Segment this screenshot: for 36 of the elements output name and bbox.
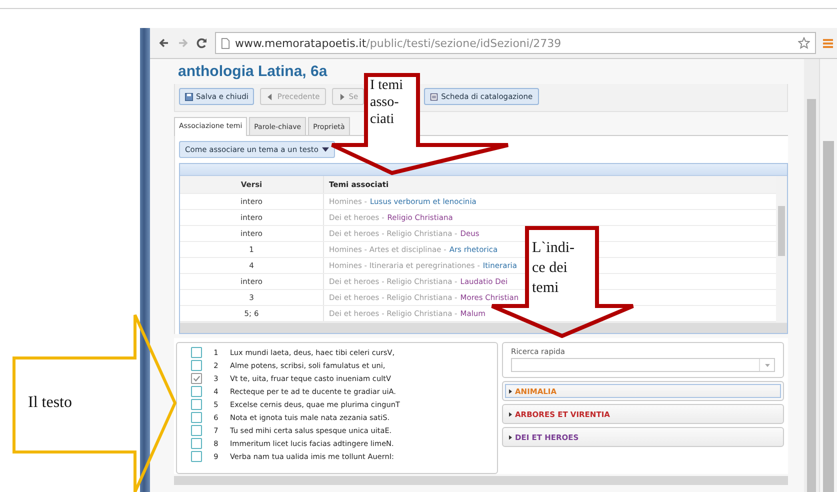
callout-text: Il testo bbox=[28, 393, 73, 413]
back-icon[interactable] bbox=[158, 37, 170, 49]
floppy-icon bbox=[185, 92, 193, 100]
scrollbar[interactable] bbox=[804, 59, 819, 492]
checkbox[interactable] bbox=[191, 451, 202, 462]
checkbox[interactable] bbox=[191, 360, 202, 371]
callout-text: L`indi-ce dei temi bbox=[532, 239, 576, 298]
caret-icon bbox=[322, 147, 330, 152]
scrollbar[interactable] bbox=[776, 176, 787, 322]
checkbox[interactable] bbox=[191, 386, 202, 397]
checkbox[interactable] bbox=[191, 399, 202, 410]
checkbox[interactable] bbox=[191, 438, 202, 449]
scrollbar[interactable] bbox=[180, 322, 787, 333]
caret-icon bbox=[509, 412, 512, 416]
scrollbar[interactable] bbox=[819, 59, 837, 492]
sheet-icon bbox=[430, 92, 438, 100]
caret-icon[interactable] bbox=[764, 364, 770, 366]
address-bar[interactable]: www.memoratapoetis.it/public/testi/sezione/idSezioni/2739 bbox=[215, 32, 816, 54]
checkbox[interactable] bbox=[191, 373, 202, 384]
triangle-left-icon bbox=[266, 92, 274, 100]
caret-icon bbox=[509, 388, 512, 394]
star-icon[interactable] bbox=[798, 37, 810, 49]
checkbox[interactable] bbox=[191, 347, 202, 358]
callout-text: I temi asso-ciati bbox=[370, 77, 404, 128]
page-title: anthologia Latina, 6a bbox=[177, 63, 328, 82]
url-text: www.memoratapoetis.it/public/testi/sezione/idSezioni/2739 bbox=[235, 36, 562, 50]
triangle-right-icon bbox=[338, 92, 346, 100]
menu-icon[interactable] bbox=[823, 38, 833, 48]
caret-icon bbox=[509, 434, 512, 440]
reload-icon[interactable] bbox=[196, 37, 208, 49]
checkbox[interactable] bbox=[191, 412, 202, 423]
checkbox[interactable] bbox=[191, 425, 202, 436]
scrollbar[interactable] bbox=[174, 476, 788, 485]
forward-icon[interactable] bbox=[177, 37, 189, 49]
page-icon bbox=[221, 38, 230, 48]
search-field[interactable] bbox=[511, 358, 775, 372]
